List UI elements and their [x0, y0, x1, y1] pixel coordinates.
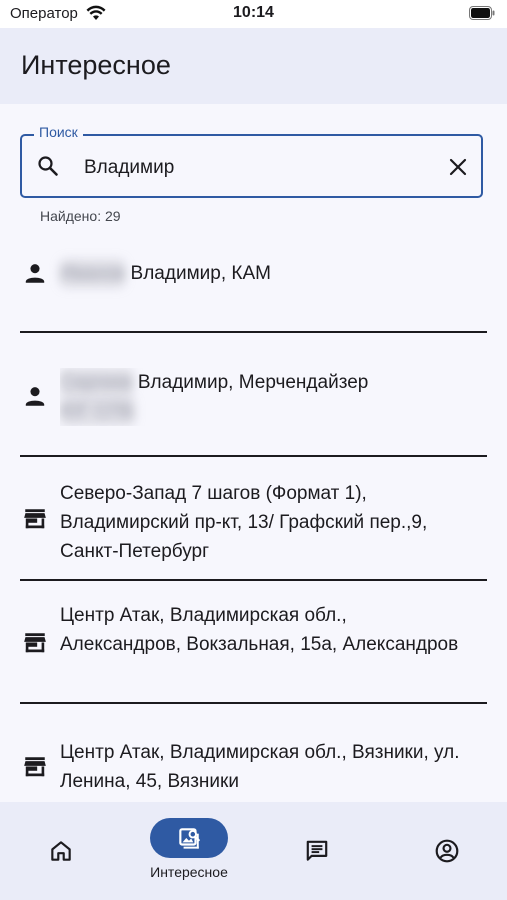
status-time: 10:14 [233, 4, 274, 21]
nav-messages[interactable] [254, 802, 380, 900]
search-icon [38, 156, 58, 176]
battery-icon [469, 6, 495, 20]
account-circle-icon [435, 839, 459, 863]
store-icon [24, 633, 46, 653]
store-icon [24, 757, 46, 777]
blurred-name: Сергеев [60, 368, 133, 397]
list-item[interactable]: Сергеев Владимир, Мерчендайзер ЮГ СПБ [0, 333, 507, 456]
result-label: Северо-Запад 7 шагов (Формат 1), Владими… [60, 483, 428, 562]
person-icon [25, 264, 45, 283]
list-item[interactable]: Иванов Владимир, КАМ [0, 240, 507, 332]
result-text: Иванов Владимир, КАМ [60, 259, 460, 288]
bottom-navigation: Интересное [0, 802, 507, 900]
nav-home[interactable] [0, 802, 126, 900]
store-icon [24, 509, 46, 529]
person-icon [25, 387, 45, 406]
result-label: Владимир, Мерчендайзер [132, 372, 369, 393]
result-label: Центр Атак, Владимирская обл., Александр… [60, 605, 459, 655]
close-icon[interactable] [446, 155, 470, 179]
status-bar: Оператор 10:14 [0, 0, 507, 28]
result-text: Сергеев Владимир, Мерчендайзер ЮГ СПБ [60, 368, 470, 426]
interesting-icon [179, 828, 200, 849]
blurred-detail: ЮГ СПБ [60, 397, 135, 426]
result-label: Владимир, КАМ [125, 263, 271, 284]
home-icon [51, 841, 71, 861]
search-input[interactable]: Владимир [84, 157, 174, 179]
chat-icon [306, 840, 328, 861]
list-item[interactable]: Северо-Запад 7 шагов (Формат 1), Владими… [0, 457, 507, 579]
list-item[interactable]: Центр Атак, Владимирская обл., Вязники, … [0, 704, 507, 802]
nav-profile[interactable] [381, 802, 507, 900]
app-header: Интересное [0, 28, 507, 104]
blurred-name: Иванов [60, 259, 126, 288]
list-item[interactable]: Центр Атак, Владимирская обл., Александр… [0, 581, 507, 703]
page-title: Интересное [21, 50, 171, 80]
results-count: Найдено: 29 [40, 208, 121, 224]
search-label: Поиск [34, 124, 83, 140]
result-label: Центр Атак, Владимирская обл., Вязники, … [60, 742, 460, 792]
